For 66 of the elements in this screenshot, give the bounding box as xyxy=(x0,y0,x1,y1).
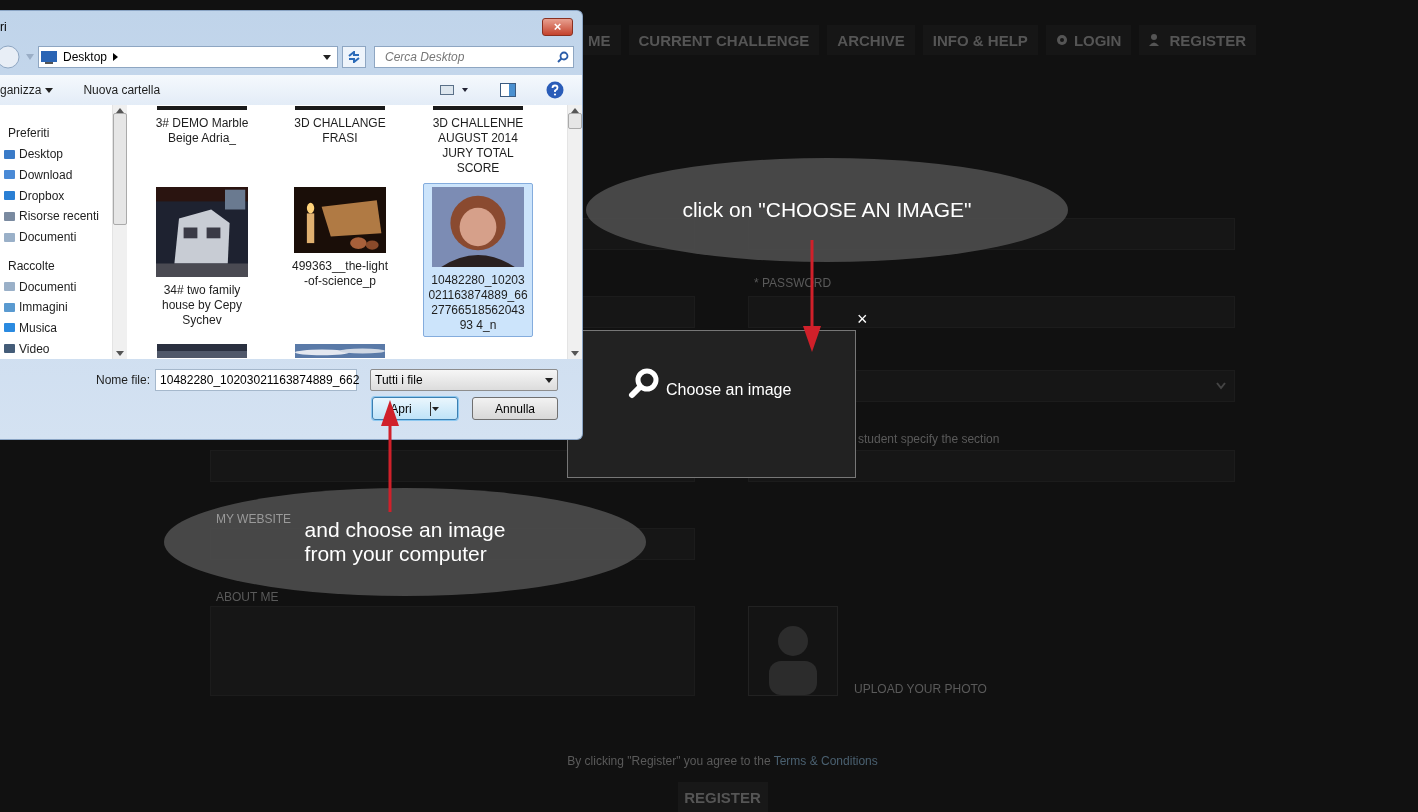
sidebar-item[interactable]: Documenti xyxy=(0,276,112,297)
scrollbar[interactable] xyxy=(112,105,127,359)
gear-icon xyxy=(1055,34,1068,46)
file-item[interactable]: 34# two family house by Cepy Sychev xyxy=(147,183,257,337)
sidebar-item[interactable]: Video xyxy=(0,338,112,359)
view-icon[interactable] xyxy=(440,84,470,96)
file-name: 3D CHALLANGE FRASI xyxy=(293,116,387,146)
refresh-button[interactable] xyxy=(342,46,366,68)
close-button[interactable]: × xyxy=(857,310,868,328)
address-text: Desktop xyxy=(63,50,108,64)
sidebar-item[interactable]: Desktop xyxy=(0,143,112,165)
scroll-down-icon[interactable] xyxy=(116,351,124,356)
field-label: MY WEBSITE xyxy=(215,512,292,526)
sidebar-item[interactable]: Risorse recenti xyxy=(0,205,112,227)
callout-text: and choose an image from your computer xyxy=(304,518,506,566)
caret-icon xyxy=(545,377,553,383)
search-icon[interactable] xyxy=(557,51,569,63)
file-name: 499363__the-light -of-science_p xyxy=(290,259,390,289)
sidebar-item[interactable]: Dropbox xyxy=(0,185,112,206)
refresh-icon xyxy=(347,51,361,63)
monitor-icon xyxy=(3,147,16,161)
sidebar-item[interactable]: Download xyxy=(0,164,112,186)
caret-icon xyxy=(45,87,54,93)
file-item[interactable]: 3# DEMO Marble Beige Adria_ xyxy=(147,105,257,177)
file-name: 10482280_10203021163874889_662776651856204393 4_n xyxy=(428,273,528,333)
pane-icon[interactable] xyxy=(500,83,516,97)
window-title: ri xyxy=(0,20,7,34)
file-item[interactable]: 3D CHALLANGE FRASI xyxy=(285,105,395,177)
password-field[interactable] xyxy=(748,296,1235,328)
monitor-icon xyxy=(41,50,57,64)
sidebar-heading[interactable]: Raccolte xyxy=(0,255,112,277)
scroll-thumb[interactable] xyxy=(113,113,127,225)
sidebar-item[interactable]: Musica xyxy=(0,317,112,339)
scrollbar[interactable] xyxy=(567,105,582,359)
field-label: Nome file: xyxy=(96,373,151,387)
sidebar-heading[interactable]: Preferiti xyxy=(0,123,112,144)
file-name: 3# DEMO Marble Beige Adria_ xyxy=(154,116,250,146)
sidebar-item[interactable]: Immagini xyxy=(0,296,112,318)
search-input[interactable]: Cerca Desktop xyxy=(383,49,557,65)
file-name: 34# two family house by Cepy Sychev xyxy=(160,283,244,328)
chevron-icon xyxy=(1216,382,1226,390)
file-item[interactable]: 499363__the-light -of-science_p xyxy=(285,183,395,337)
toolbar-button[interactable]: ganizza xyxy=(0,83,54,97)
callout-text: click on "CHOOSE AN IMAGE" xyxy=(682,198,972,222)
chevron-icon xyxy=(113,53,119,61)
search-icon xyxy=(628,367,660,399)
sidebar-item[interactable]: Documenti xyxy=(0,226,112,248)
field-label: ABOUT ME xyxy=(215,590,279,604)
help-icon[interactable] xyxy=(546,81,564,99)
choose-image-button[interactable]: Choose an image xyxy=(628,367,792,399)
scroll-thumb[interactable] xyxy=(568,113,582,129)
file-name-field[interactable]: 10482280_10203021163874889_662 xyxy=(155,369,358,391)
toolbar-button[interactable]: Nuova cartella xyxy=(83,83,161,97)
caret-icon xyxy=(429,401,440,416)
upload-label: UPLOAD YOUR PHOTO xyxy=(853,682,987,696)
dialog-button[interactable]: Annulla xyxy=(472,397,558,420)
search-field[interactable]: Cerca Desktop xyxy=(374,46,574,68)
terms-text: By clicking "Register" you agree to the Terms & Conditions xyxy=(566,754,879,768)
file-item[interactable]: 10482280_10203021163874889_662776651856204393 4_n xyxy=(423,183,533,337)
caret-icon xyxy=(323,54,331,60)
file-name: 3D CHALLENHE AUGUST 2014 JURY TOTAL SCORE xyxy=(431,116,525,176)
file-item[interactable]: 3D CHALLENHE AUGUST 2014 JURY TOTAL SCORE xyxy=(423,105,533,177)
file-type-select[interactable]: Tutti i file xyxy=(370,369,558,391)
address-bar[interactable]: Desktop xyxy=(38,46,338,68)
scroll-down-icon[interactable] xyxy=(571,351,579,356)
field-hint: student specify the section xyxy=(857,432,1000,446)
